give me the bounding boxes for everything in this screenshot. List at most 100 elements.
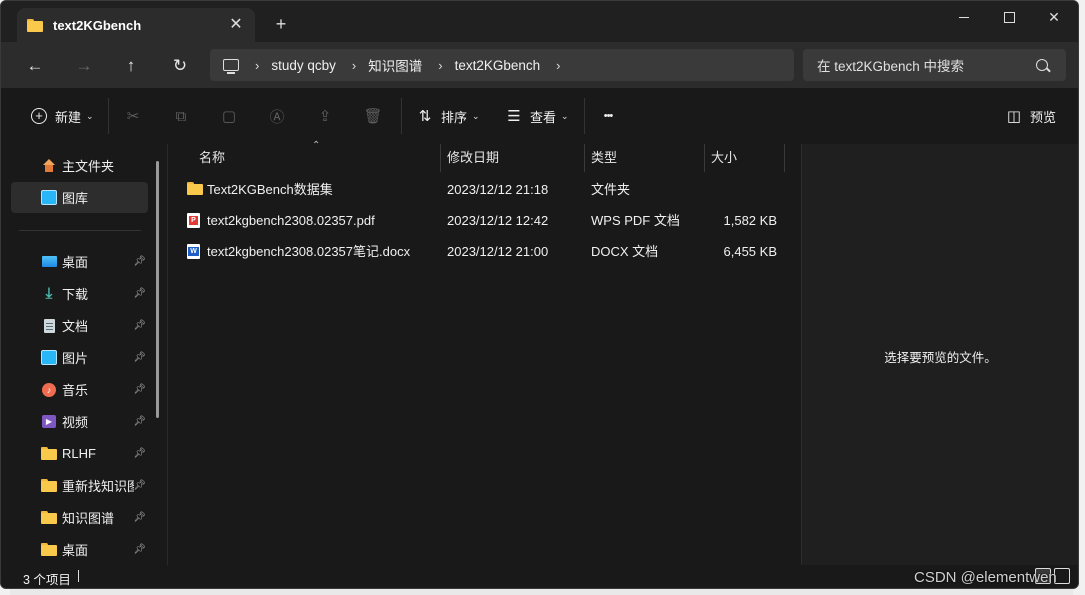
sidebar-item-label: 视频 — [62, 415, 89, 430]
minimize-button[interactable] — [941, 7, 987, 27]
cut-button[interactable]: ✂ — [123, 106, 143, 126]
refresh-button[interactable]: ↻ — [169, 55, 191, 77]
maximize-icon — [1003, 12, 1015, 23]
up-button[interactable]: ↑ — [120, 55, 142, 77]
breadcrumb-study-qcby[interactable]: study qcby — [271, 58, 336, 73]
share-button[interactable]: ⇪ — [315, 106, 335, 126]
sidebar-item-label: 知识图谱 — [62, 511, 115, 526]
maximize-button[interactable] — [986, 7, 1032, 27]
file-row[interactable]: Text2KGBench数据集 2023/12/12 21:18 文件夹 — [168, 174, 788, 205]
sidebar-item-desktop[interactable]: 桌面 📌︎ — [11, 246, 148, 277]
breadcrumb-chevron-icon[interactable]: › — [556, 58, 560, 73]
sidebar-item-videos[interactable]: ▶ 视频 📌︎ — [11, 406, 148, 437]
home-icon — [41, 158, 57, 174]
more-icon: ••• — [603, 110, 614, 122]
delete-button[interactable]: 🗑︎ — [363, 106, 383, 126]
column-divider[interactable] — [440, 144, 441, 172]
sidebar-item-pictures[interactable]: 图片 📌︎ — [11, 342, 148, 373]
pin-icon[interactable]: 📌︎ — [133, 256, 146, 267]
title-bar: text2KGbench ✕ + ✕ — [1, 1, 1078, 42]
pin-icon[interactable]: 📌︎ — [133, 384, 146, 395]
breadcrumb-chevron-icon[interactable]: › — [255, 58, 259, 73]
pin-icon[interactable]: 📌︎ — [133, 544, 146, 555]
sidebar-item-label: 主文件夹 — [62, 159, 115, 174]
computer-icon[interactable] — [223, 59, 239, 74]
file-modified: 2023/12/12 21:18 — [447, 182, 549, 197]
column-header-type[interactable]: 类型 — [591, 144, 617, 172]
clipboard-icon: ▢ — [221, 108, 237, 125]
share-icon: ⇪ — [318, 108, 332, 125]
file-type: 文件夹 — [591, 182, 631, 197]
sidebar-item-gallery[interactable]: 图库 — [11, 182, 148, 213]
folder-icon — [41, 478, 57, 494]
sidebar-item-refind-kg[interactable]: 重新找知识图谱 📌︎ — [11, 470, 148, 501]
sort-label: 排序 — [441, 109, 468, 125]
more-options-button[interactable]: ••• — [598, 106, 618, 126]
sidebar-item-documents[interactable]: 文档 📌︎ — [11, 310, 148, 341]
breadcrumb-text2kgbench[interactable]: text2KGbench — [455, 58, 541, 73]
preview-pane-button[interactable]: ◫ 预览 — [1004, 106, 1056, 126]
toolbar-divider — [108, 98, 109, 134]
paste-button[interactable]: ▢ — [219, 106, 239, 126]
item-count: 3 个项目 — [23, 573, 71, 587]
sidebar-item-music[interactable]: ♪ 音乐 📌︎ — [11, 374, 148, 405]
close-icon[interactable]: ✕ — [227, 16, 245, 34]
view-label: 查看 — [530, 109, 557, 125]
pin-icon[interactable]: 📌︎ — [133, 352, 146, 363]
watermark: CSDN @elementwen — [914, 569, 1057, 586]
tab-text2kgbench[interactable]: text2KGbench ✕ — [17, 8, 255, 42]
plus-icon[interactable]: + — [271, 14, 291, 34]
back-button[interactable]: ← — [24, 55, 46, 77]
video-icon: ▶ — [41, 414, 57, 430]
file-type: WPS PDF 文档 — [591, 213, 680, 228]
pin-icon[interactable]: 📌︎ — [133, 416, 146, 427]
file-size: 6,455 KB — [723, 244, 778, 259]
column-header-modified[interactable]: 修改日期 — [447, 144, 499, 172]
sidebar-item-desktop-folder[interactable]: 桌面 📌︎ — [11, 534, 148, 565]
sidebar-item-label: RLHF — [62, 446, 96, 461]
folder-icon — [41, 542, 57, 558]
preview-message: 选择要预览的文件。 — [884, 351, 997, 365]
new-label: 新建 — [55, 109, 82, 125]
sidebar-item-label: 下载 — [62, 287, 89, 302]
rename-button[interactable]: Ⓐ — [267, 106, 287, 126]
sidebar-item-home[interactable]: 主文件夹 — [11, 150, 148, 181]
sidebar-item-downloads[interactable]: ⤓ 下载 📌︎ — [11, 278, 148, 309]
breadcrumb-chevron-icon[interactable]: › — [438, 58, 442, 73]
pin-icon[interactable]: 📌︎ — [133, 320, 146, 331]
forward-button[interactable]: → — [73, 55, 95, 77]
sort-button[interactable]: ⇅ 排序 ⌄ — [415, 106, 480, 126]
column-header-size[interactable]: 大小 — [711, 144, 737, 172]
breadcrumb-knowledge-graph[interactable]: 知识图谱 — [368, 55, 422, 75]
column-divider[interactable] — [704, 144, 705, 172]
pin-icon[interactable]: 📌︎ — [133, 512, 146, 523]
file-row[interactable]: text2kgbench2308.02357.pdf 2023/12/12 12… — [168, 205, 788, 236]
navigation-pane: 主文件夹 图库 桌面 📌︎ ⤓ 下载 📌︎ 文档 📌︎ 图片 📌︎ ♪ 音乐 📌… — [1, 144, 167, 565]
close-window-button[interactable]: ✕ — [1031, 7, 1077, 27]
column-header-name[interactable]: 名称 — [199, 144, 225, 172]
preview-label: 预览 — [1030, 109, 1057, 125]
column-divider[interactable] — [584, 144, 585, 172]
desktop-icon — [41, 254, 57, 270]
pin-icon[interactable]: 📌︎ — [133, 480, 146, 491]
search-input[interactable]: 在 text2KGbench 中搜索 — [803, 49, 1066, 81]
sidebar-item-rlhf[interactable]: RLHF 📌︎ — [11, 438, 148, 469]
sidebar-item-knowledge-graph[interactable]: 知识图谱 📌︎ — [11, 502, 148, 533]
file-row[interactable]: text2kgbench2308.02357笔记.docx 2023/12/12… — [168, 236, 788, 267]
copy-button[interactable]: ⧉ — [171, 106, 191, 126]
status-divider — [78, 570, 79, 582]
plus-circle-icon: + — [29, 106, 49, 126]
address-bar[interactable]: › study qcby › 知识图谱 › text2KGbench › — [210, 49, 794, 81]
sidebar-scrollbar[interactable] — [156, 161, 159, 418]
breadcrumb-chevron-icon[interactable]: › — [352, 58, 356, 73]
file-explorer-window: text2KGbench ✕ + ✕ ← → ↑ ↻ › study qcby … — [0, 0, 1079, 589]
view-button[interactable]: ☰ 查看 ⌄ — [504, 106, 568, 126]
toolbar-divider — [584, 98, 585, 134]
pin-icon[interactable]: 📌︎ — [133, 288, 146, 299]
pin-icon[interactable]: 📌︎ — [133, 448, 146, 459]
column-divider[interactable] — [784, 144, 785, 172]
file-modified: 2023/12/12 21:00 — [447, 244, 549, 259]
list-view-icon: ☰ — [507, 108, 521, 125]
new-button[interactable]: + 新建 ⌄ — [29, 106, 94, 126]
tab-title: text2KGbench — [53, 17, 142, 33]
